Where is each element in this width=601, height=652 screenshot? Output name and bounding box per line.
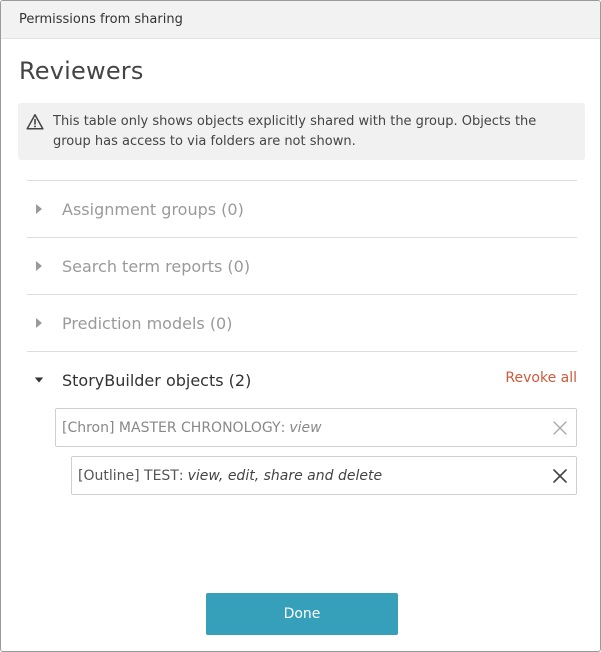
section-label: StoryBuilder objects (2)	[62, 370, 252, 390]
caret-right-icon	[34, 260, 44, 272]
section-label: Search term reports (0)	[62, 256, 251, 276]
notice-text: This table only shows objects explicitly…	[53, 114, 537, 149]
caret-down-icon	[34, 374, 44, 386]
separator: :	[280, 419, 286, 436]
group-heading: Reviewers	[19, 57, 144, 85]
caret-right-icon	[34, 317, 44, 329]
revoke-all-link[interactable]: Revoke all	[505, 370, 577, 386]
permission-row: [Outline] TEST : view, edit, share and d…	[71, 456, 577, 495]
object-name: [Outline] TEST	[78, 467, 179, 484]
section-prediction-models[interactable]: Prediction models (0)	[27, 294, 577, 351]
section-assignment-groups[interactable]: Assignment groups (0)	[27, 180, 577, 237]
separator: :	[178, 467, 184, 484]
object-name: [Chron] MASTER CHRONOLOGY	[62, 419, 281, 436]
done-button[interactable]: Done	[206, 593, 398, 635]
section-label: Prediction models (0)	[62, 313, 233, 333]
close-icon[interactable]	[550, 418, 570, 438]
info-notice: This table only shows objects explicitly…	[18, 103, 585, 160]
section-storybuilder-objects[interactable]: StoryBuilder objects (2) Revoke all	[27, 351, 577, 408]
permission-rights: view	[289, 419, 322, 436]
warning-triangle-icon	[26, 113, 44, 131]
permission-rights: view, edit, share and delete	[187, 467, 383, 484]
section-label: Assignment groups (0)	[62, 199, 244, 219]
caret-right-icon	[34, 203, 44, 215]
permissions-dialog: Permissions from sharing Reviewers This …	[0, 0, 601, 652]
close-icon[interactable]	[550, 466, 570, 486]
permission-row: [Chron] MASTER CHRONOLOGY : view	[55, 408, 577, 447]
dialog-title: Permissions from sharing	[1, 1, 600, 39]
section-search-term-reports[interactable]: Search term reports (0)	[27, 237, 577, 294]
